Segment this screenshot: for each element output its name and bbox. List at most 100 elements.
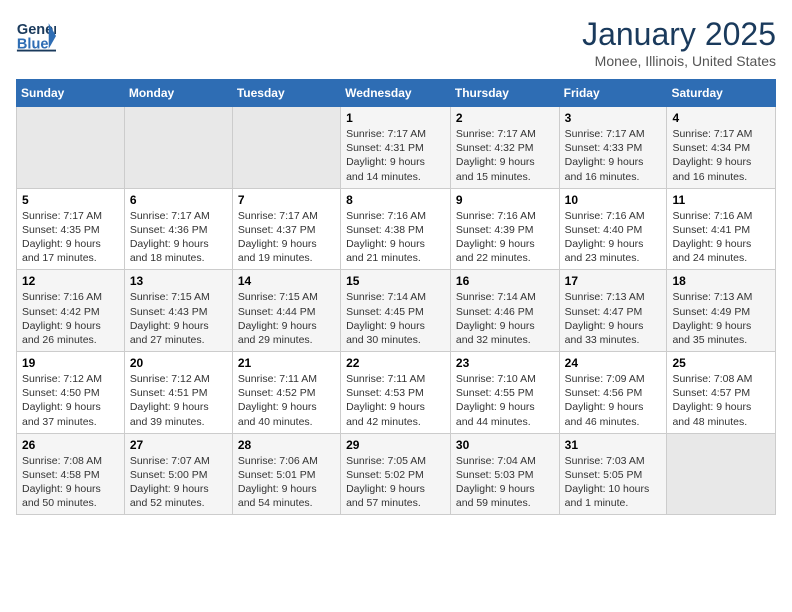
day-cell: 13 Sunrise: 7:15 AMSunset: 4:43 PMDayligh… xyxy=(124,270,232,352)
day-number: 24 xyxy=(565,356,662,370)
day-number: 17 xyxy=(565,274,662,288)
day-number: 25 xyxy=(672,356,770,370)
day-info: Sunrise: 7:12 AMSunset: 4:50 PMDaylight:… xyxy=(22,372,119,429)
day-cell: 26 Sunrise: 7:08 AMSunset: 4:58 PMDayligh… xyxy=(17,433,125,515)
header-row: SundayMondayTuesdayWednesdayThursdayFrid… xyxy=(17,80,776,107)
day-cell: 30 Sunrise: 7:04 AMSunset: 5:03 PMDayligh… xyxy=(450,433,559,515)
day-info: Sunrise: 7:12 AMSunset: 4:51 PMDaylight:… xyxy=(130,372,227,429)
day-info: Sunrise: 7:17 AMSunset: 4:31 PMDaylight:… xyxy=(346,127,445,184)
week-row-1: 1 Sunrise: 7:17 AMSunset: 4:31 PMDaylight… xyxy=(17,107,776,189)
day-number: 16 xyxy=(456,274,554,288)
day-info: Sunrise: 7:03 AMSunset: 5:05 PMDaylight:… xyxy=(565,454,662,511)
day-cell: 1 Sunrise: 7:17 AMSunset: 4:31 PMDaylight… xyxy=(341,107,451,189)
day-number: 15 xyxy=(346,274,445,288)
day-info: Sunrise: 7:16 AMSunset: 4:39 PMDaylight:… xyxy=(456,209,554,266)
day-cell: 31 Sunrise: 7:03 AMSunset: 5:05 PMDayligh… xyxy=(559,433,667,515)
day-number: 29 xyxy=(346,438,445,452)
day-info: Sunrise: 7:05 AMSunset: 5:02 PMDaylight:… xyxy=(346,454,445,511)
day-cell: 25 Sunrise: 7:08 AMSunset: 4:57 PMDayligh… xyxy=(667,352,776,434)
day-number: 13 xyxy=(130,274,227,288)
day-info: Sunrise: 7:17 AMSunset: 4:36 PMDaylight:… xyxy=(130,209,227,266)
day-number: 20 xyxy=(130,356,227,370)
day-number: 22 xyxy=(346,356,445,370)
day-cell: 18Sunrise: 7:13 AMSunset: 4:49 PMDayligh… xyxy=(667,270,776,352)
col-header-friday: Friday xyxy=(559,80,667,107)
day-cell: 24 Sunrise: 7:09 AMSunset: 4:56 PMDayligh… xyxy=(559,352,667,434)
month-title: January 2025 xyxy=(582,16,776,53)
day-cell: 9 Sunrise: 7:16 AMSunset: 4:39 PMDaylight… xyxy=(450,188,559,270)
day-info: Sunrise: 7:13 AMSunset: 4:49 PMDaylight:… xyxy=(672,290,770,347)
day-number: 26 xyxy=(22,438,119,452)
logo-icon: General Blue xyxy=(16,16,56,61)
day-number: 30 xyxy=(456,438,554,452)
day-number: 9 xyxy=(456,193,554,207)
day-cell: 8 Sunrise: 7:16 AMSunset: 4:38 PMDaylight… xyxy=(341,188,451,270)
day-info: Sunrise: 7:16 AMSunset: 4:42 PMDaylight:… xyxy=(22,290,119,347)
day-cell: 5Sunrise: 7:17 AMSunset: 4:35 PMDaylight… xyxy=(17,188,125,270)
day-cell: 23Sunrise: 7:10 AMSunset: 4:55 PMDayligh… xyxy=(450,352,559,434)
day-info: Sunrise: 7:10 AMSunset: 4:55 PMDaylight:… xyxy=(456,372,554,429)
title-block: January 2025 Monee, Illinois, United Sta… xyxy=(582,16,776,69)
day-cell: 4Sunrise: 7:17 AMSunset: 4:34 PMDaylight… xyxy=(667,107,776,189)
location-subtitle: Monee, Illinois, United States xyxy=(582,53,776,69)
day-info: Sunrise: 7:16 AMSunset: 4:41 PMDaylight:… xyxy=(672,209,770,266)
day-cell: 3 Sunrise: 7:17 AMSunset: 4:33 PMDaylight… xyxy=(559,107,667,189)
day-number: 3 xyxy=(565,111,662,125)
day-cell: 21 Sunrise: 7:11 AMSunset: 4:52 PMDayligh… xyxy=(232,352,340,434)
calendar-table: SundayMondayTuesdayWednesdayThursdayFrid… xyxy=(16,79,776,515)
day-number: 28 xyxy=(238,438,335,452)
day-cell: 10Sunrise: 7:16 AMSunset: 4:40 PMDayligh… xyxy=(559,188,667,270)
day-cell: 27Sunrise: 7:07 AMSunset: 5:00 PMDayligh… xyxy=(124,433,232,515)
day-info: Sunrise: 7:08 AMSunset: 4:58 PMDaylight:… xyxy=(22,454,119,511)
day-number: 31 xyxy=(565,438,662,452)
week-row-2: 5Sunrise: 7:17 AMSunset: 4:35 PMDaylight… xyxy=(17,188,776,270)
week-row-5: 26 Sunrise: 7:08 AMSunset: 4:58 PMDayligh… xyxy=(17,433,776,515)
day-cell: 7Sunrise: 7:17 AMSunset: 4:37 PMDaylight… xyxy=(232,188,340,270)
day-info: Sunrise: 7:13 AMSunset: 4:47 PMDaylight:… xyxy=(565,290,662,347)
day-number: 19 xyxy=(22,356,119,370)
day-info: Sunrise: 7:14 AMSunset: 4:45 PMDaylight:… xyxy=(346,290,445,347)
day-cell: 16 Sunrise: 7:14 AMSunset: 4:46 PMDayligh… xyxy=(450,270,559,352)
week-row-4: 19 Sunrise: 7:12 AMSunset: 4:50 PMDayligh… xyxy=(17,352,776,434)
day-info: Sunrise: 7:09 AMSunset: 4:56 PMDaylight:… xyxy=(565,372,662,429)
day-info: Sunrise: 7:17 AMSunset: 4:33 PMDaylight:… xyxy=(565,127,662,184)
day-number: 8 xyxy=(346,193,445,207)
day-info: Sunrise: 7:14 AMSunset: 4:46 PMDaylight:… xyxy=(456,290,554,347)
day-number: 5 xyxy=(22,193,119,207)
day-cell xyxy=(232,107,340,189)
day-number: 27 xyxy=(130,438,227,452)
day-info: Sunrise: 7:04 AMSunset: 5:03 PMDaylight:… xyxy=(456,454,554,511)
day-number: 6 xyxy=(130,193,227,207)
day-cell: 15 Sunrise: 7:14 AMSunset: 4:45 PMDayligh… xyxy=(341,270,451,352)
page-header: General Blue January 2025 Monee, Illinoi… xyxy=(16,16,776,69)
day-cell: 14 Sunrise: 7:15 AMSunset: 4:44 PMDayligh… xyxy=(232,270,340,352)
day-info: Sunrise: 7:17 AMSunset: 4:37 PMDaylight:… xyxy=(238,209,335,266)
day-cell: 6 Sunrise: 7:17 AMSunset: 4:36 PMDaylight… xyxy=(124,188,232,270)
day-cell xyxy=(17,107,125,189)
day-info: Sunrise: 7:15 AMSunset: 4:44 PMDaylight:… xyxy=(238,290,335,347)
day-info: Sunrise: 7:17 AMSunset: 4:34 PMDaylight:… xyxy=(672,127,770,184)
day-info: Sunrise: 7:06 AMSunset: 5:01 PMDaylight:… xyxy=(238,454,335,511)
col-header-saturday: Saturday xyxy=(667,80,776,107)
day-info: Sunrise: 7:15 AMSunset: 4:43 PMDaylight:… xyxy=(130,290,227,347)
day-number: 1 xyxy=(346,111,445,125)
day-info: Sunrise: 7:11 AMSunset: 4:52 PMDaylight:… xyxy=(238,372,335,429)
day-cell: 29 Sunrise: 7:05 AMSunset: 5:02 PMDayligh… xyxy=(341,433,451,515)
day-info: Sunrise: 7:08 AMSunset: 4:57 PMDaylight:… xyxy=(672,372,770,429)
day-info: Sunrise: 7:16 AMSunset: 4:38 PMDaylight:… xyxy=(346,209,445,266)
logo: General Blue xyxy=(16,16,58,61)
day-cell: 28 Sunrise: 7:06 AMSunset: 5:01 PMDayligh… xyxy=(232,433,340,515)
day-cell: 17 Sunrise: 7:13 AMSunset: 4:47 PMDayligh… xyxy=(559,270,667,352)
day-cell: 12 Sunrise: 7:16 AMSunset: 4:42 PMDayligh… xyxy=(17,270,125,352)
day-cell xyxy=(124,107,232,189)
day-number: 10 xyxy=(565,193,662,207)
day-cell: 2 Sunrise: 7:17 AMSunset: 4:32 PMDaylight… xyxy=(450,107,559,189)
week-row-3: 12 Sunrise: 7:16 AMSunset: 4:42 PMDayligh… xyxy=(17,270,776,352)
day-cell: 11Sunrise: 7:16 AMSunset: 4:41 PMDayligh… xyxy=(667,188,776,270)
day-info: Sunrise: 7:17 AMSunset: 4:32 PMDaylight:… xyxy=(456,127,554,184)
day-number: 12 xyxy=(22,274,119,288)
day-number: 14 xyxy=(238,274,335,288)
day-number: 2 xyxy=(456,111,554,125)
day-number: 21 xyxy=(238,356,335,370)
col-header-sunday: Sunday xyxy=(17,80,125,107)
